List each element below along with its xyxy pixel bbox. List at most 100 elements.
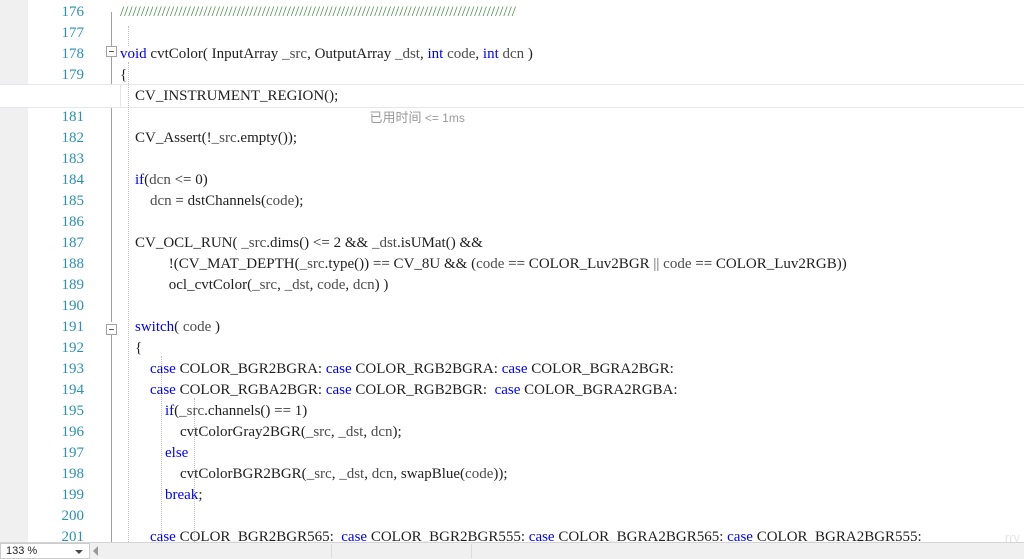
code-token: ); [294,193,304,209]
code-token: .isUMat() && [396,235,483,251]
code-token: .empty()); [236,130,298,146]
code-token: dcn [502,46,525,62]
code-token: <= 0) [170,172,208,188]
code-line[interactable]: break; [120,485,202,506]
code-token: { [120,340,143,356]
code-token: case [501,361,528,377]
code-token: COLOR_BGRA2RGBA: [520,382,678,398]
outline-vline-comment [111,12,112,46]
code-line[interactable]: !(CV_MAT_DEPTH(_src.type()) == CV_8U && … [120,254,847,275]
outlining-margin[interactable] [92,0,120,542]
line-number: 199 [61,487,85,503]
code-token: , [277,277,285,293]
code-line[interactable]: { [120,338,142,359]
line-number-gutter: 1761771781791801811821831841851861871881… [28,0,92,545]
horizontal-scrollbar[interactable] [91,543,1024,559]
code-token: dcn [352,277,375,293]
line-number: 198 [61,466,85,482]
code-token: CV_OCL_RUN( [120,235,242,251]
code-token: case [150,529,176,542]
code-token: COLOR_BGR2BGR565: [175,529,342,542]
chevron-down-icon[interactable] [75,550,83,554]
code-line[interactable]: case COLOR_BGR2BGRA: case COLOR_RGB2BGRA… [120,359,674,380]
code-line[interactable]: switch( code ) [120,317,220,338]
code-token: == COLOR_Luv2BGR [504,256,654,272]
code-line[interactable]: void cvtColor( InputArray _src, OutputAr… [120,44,533,65]
code-token: COLOR_BGRA2BGR555: [752,529,922,542]
code-text-area[interactable]: ////////////////////////////////////////… [120,0,1024,542]
code-line[interactable]: else [120,443,188,464]
perf-tip-value: <= 1ms [424,111,465,125]
line-number: 195 [61,403,85,419]
code-line[interactable]: if(dcn <= 0) [120,170,208,191]
code-token: ; [198,487,203,503]
perf-tip-label: 已用时间 [369,110,422,125]
code-line[interactable]: ////////////////////////////////////////… [120,2,516,23]
code-token: COLOR_BGRA2BGR565: [554,529,728,542]
line-number: 191 [61,319,85,335]
code-line[interactable]: CV_OCL_RUN( _src.dims() <= 2 && _dst.isU… [120,233,483,254]
code-editor[interactable]: 1761771781791801811821831841851861871881… [0,0,1024,559]
code-token: case [325,361,352,377]
scrollbar-tick [471,544,472,558]
code-token: code [663,256,692,272]
code-token: ////////////////////////////////////////… [120,4,516,20]
code-token: ocl_cvtColor( [120,277,253,293]
line-number: 184 [61,172,85,188]
code-token: _src [211,130,237,146]
code-line[interactable]: CV_Assert(!_src.empty()); [120,128,297,149]
line-number: 186 [61,214,85,230]
code-token: COLOR_RGBA2BGR: [175,382,326,398]
code-line[interactable]: cvtColorBGR2BGR(_src, _dst, dcn, swapBlu… [120,464,508,485]
code-token: !(CV_MAT_DEPTH( [120,256,300,272]
code-token: , [345,277,353,293]
code-token: cvtColor( InputArray [146,46,283,62]
code-line[interactable]: if(_src.channels() == 1) [120,401,307,422]
code-token: void [120,46,147,62]
code-token: COLOR_BGR2BGRA: [175,361,326,377]
line-number: 187 [61,235,85,251]
code-token: .type()) == CV_8U && ( [324,256,477,272]
code-token: cvtColorBGR2BGR( [120,466,307,482]
indent-guide [128,26,129,46]
perf-tip: 已用时间 <= 1ms [355,86,464,125]
code-line[interactable]: dcn = dstChannels(code); [120,191,303,212]
line-number: 192 [61,340,85,356]
scrollbar-tick [331,544,332,558]
indicator-margin[interactable] [0,0,29,542]
code-token: , [309,277,318,293]
line-number: 189 [61,277,85,293]
collapse-box-function[interactable] [106,46,117,57]
code-line[interactable]: cvtColorGray2BGR(_src, _dst, dcn); [120,422,402,443]
scroll-left-arrow-icon[interactable] [93,546,98,556]
line-number: 176 [61,4,85,20]
code-token: CV_INSTRUMENT_REGION(); [120,88,339,104]
line-number: 183 [61,151,85,167]
code-token: { [120,67,128,83]
code-token: , [364,466,372,482]
zoom-level-combobox[interactable]: 133 % [0,543,90,559]
code-token: _src [299,256,325,272]
code-line[interactable]: case COLOR_RGBA2BGR: case COLOR_RGB2BGR:… [120,380,678,401]
status-bar: 133 % [0,542,1024,559]
line-number: 190 [61,298,85,314]
collapse-box-switch[interactable] [106,324,117,335]
code-line[interactable]: ocl_cvtColor(_src, _dst, code, dcn) ) [120,275,389,296]
code-line[interactable]: CV_INSTRUMENT_REGION(); [120,86,338,107]
line-number: 193 [61,361,85,377]
code-token: case [325,382,352,398]
code-line[interactable]: { [120,65,127,86]
code-token: code [447,46,476,62]
code-token: ) ) [374,277,389,293]
code-line[interactable]: case COLOR_BGR2BGR565: case COLOR_BGR2BG… [120,527,922,542]
code-token: dcn [150,193,172,209]
code-token: , OutputArray [307,46,395,62]
code-token: = dstChannels( [171,193,266,209]
